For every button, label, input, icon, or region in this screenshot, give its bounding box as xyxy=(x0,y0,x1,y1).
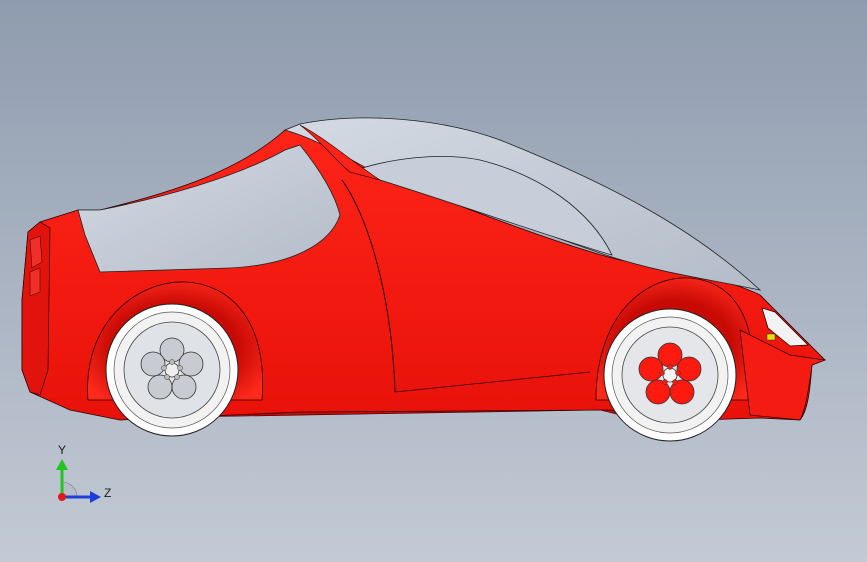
rear-light xyxy=(29,235,43,269)
graphics-viewport[interactable]: Y Z xyxy=(0,0,867,562)
front-wheel xyxy=(603,308,737,442)
rear-light xyxy=(29,267,41,297)
indicator-marker xyxy=(766,333,776,341)
car-model[interactable] xyxy=(0,0,867,562)
rear-wheel xyxy=(105,303,239,437)
rear-window xyxy=(77,144,341,273)
